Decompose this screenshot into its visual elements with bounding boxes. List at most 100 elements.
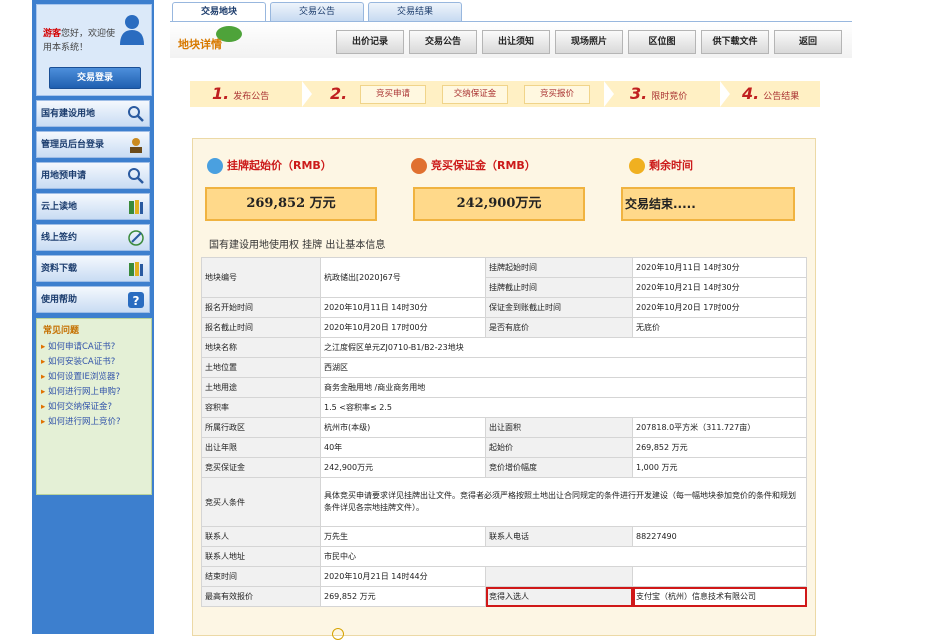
field-value: 杭州市(本级) — [320, 417, 486, 438]
clock-icon — [207, 158, 223, 174]
deposit-value: 242,900万元 — [413, 187, 585, 221]
start-price-value: 269,852 万元 — [205, 187, 377, 221]
field-label: 最高有效报价 — [201, 586, 321, 607]
sidebar-item-downloads[interactable]: 资料下载 — [36, 255, 150, 282]
sidebar-item-cloud-read[interactable]: 云上读地 — [36, 193, 150, 220]
sidebar-item-label: 云上读地 — [41, 202, 78, 212]
guest-name: 游客 — [43, 29, 62, 39]
field-value: 2020年10月21日 14时44分 — [320, 566, 486, 587]
field-label: 联系人 — [201, 526, 321, 547]
field-value: 2020年10月20日 17时00分 — [320, 317, 486, 338]
remain-time-label: 剩余时间 — [629, 157, 693, 174]
field-label: 容积率 — [201, 397, 321, 418]
location-map-button[interactable]: 区位图 — [628, 30, 696, 54]
sidebar-item-label: 使用帮助 — [41, 295, 78, 305]
field-value: 40年 — [320, 437, 486, 458]
step-label: 公告结果 — [763, 92, 800, 102]
main-content: 交易地块 交易公告 交易结果 地块详情 出价记录 交易公告 出让须知 现场照片 区位图 供下载… — [160, 0, 852, 640]
tab-trade-notice[interactable]: 交易公告 — [270, 2, 364, 21]
timer-icon — [629, 158, 645, 174]
field-label: 土地用途 — [201, 377, 321, 398]
field-label: 所属行政区 — [201, 417, 321, 438]
field-label: 结束时间 — [201, 566, 321, 587]
field-value: 市民中心 — [320, 546, 807, 567]
field-label: 地块编号 — [201, 257, 321, 298]
table-row: 报名开始时间 2020年10月11日 14时30分 保证金到账截止时间 2020… — [201, 297, 807, 318]
field-value: 2020年10月21日 14时30分 — [632, 277, 807, 298]
book-icon — [129, 200, 143, 214]
field-value: 242,900万元 — [320, 457, 486, 478]
downloads-button[interactable]: 供下载文件 — [701, 30, 769, 54]
field-label: 报名截止时间 — [201, 317, 321, 338]
detail-nav: 出价记录 交易公告 出让须知 现场照片 区位图 供下载文件 返回 — [336, 30, 847, 54]
site-photos-button[interactable]: 现场照片 — [555, 30, 623, 54]
table-row: 容积率 1.5 <容积率≤ 2.5 — [201, 397, 807, 418]
field-label: 出让年限 — [201, 437, 321, 458]
table-row: 结束时间 2020年10月21日 14时44分 — [201, 566, 807, 587]
field-label: 竞买人条件 — [201, 477, 321, 527]
sidebar-menu: 国有建设用地 管理员后台登录 用地预申请 云上读地 线上签约 资料下载 使用帮助… — [36, 100, 150, 317]
field-value: 1,000 万元 — [632, 457, 807, 478]
field-value: 无底价 — [632, 317, 807, 338]
field-label: 地块名称 — [201, 337, 321, 358]
search-icon — [128, 106, 144, 122]
step-separator — [720, 81, 730, 107]
remain-time-value: 交易结束..... — [621, 187, 795, 221]
table-row: 报名截止时间 2020年10月20日 17时00分 是否有底价 无底价 — [201, 317, 807, 338]
field-value: 1.5 <容积率≤ 2.5 — [320, 397, 807, 418]
step-sub-bid: 竞买报价 — [524, 85, 590, 104]
sidebar-item-label: 用地预申请 — [41, 171, 87, 181]
table-row: 土地用途 商务金融用地 /商业商务用地 — [201, 377, 807, 398]
faq-list: 如何申请CA证书? 如何安装CA证书? 如何设置IE浏览器? 如何进行网上申购?… — [37, 340, 151, 430]
faq-link[interactable]: 如何进行网上竞价? — [41, 415, 147, 430]
back-button[interactable]: 返回 — [774, 30, 842, 54]
table-row: 地块编号 杭政储出[2020]67号 挂牌起始时间 2020年10月11日 14… — [201, 257, 807, 298]
field-label: 是否有底价 — [485, 317, 633, 338]
faq-link[interactable]: 如何交纳保证金? — [41, 400, 147, 415]
faq-link[interactable]: 如何安装CA证书? — [41, 355, 147, 370]
faq-title: 常见问题 — [43, 326, 80, 336]
faq-link[interactable]: 如何进行网上申购? — [41, 385, 147, 400]
field-label: 联系人地址 — [201, 546, 321, 567]
faq-link[interactable]: 如何申请CA证书? — [41, 340, 147, 355]
field-label: 报名开始时间 — [201, 297, 321, 318]
tab-trade-result[interactable]: 交易结果 — [368, 2, 462, 21]
faq-panel: 常见问题 如何申请CA证书? 如何安装CA证书? 如何设置IE浏览器? 如何进行… — [36, 318, 152, 495]
transfer-notice-button[interactable]: 出让须知 — [482, 30, 550, 54]
field-label: 起始价 — [485, 437, 633, 458]
sidebar-item-online-sign[interactable]: 线上签约 — [36, 224, 150, 251]
sidebar-item-state-land[interactable]: 国有建设用地 — [36, 100, 150, 127]
step-sub-apply: 竞买申请 — [360, 85, 426, 104]
step-sub-deposit: 交纳保证金 — [442, 85, 508, 104]
sidebar-item-pre-apply[interactable]: 用地预申请 — [36, 162, 150, 189]
field-value: 2020年10月11日 14时30分 — [320, 297, 486, 318]
step-label: 限时竞价 — [651, 92, 688, 102]
page-header: 地块详情 出价记录 交易公告 出让须知 现场照片 区位图 供下载文件 返回 — [170, 21, 852, 58]
sidebar-item-admin-login[interactable]: 管理员后台登录 — [36, 131, 150, 158]
step-separator — [302, 81, 312, 107]
field-label: 竞价增价幅度 — [485, 457, 633, 478]
top-tabs: 交易地块 交易公告 交易结果 — [172, 2, 466, 22]
help-icon: ? — [128, 292, 144, 308]
table-row: 出让年限 40年 起始价 269,852 万元 — [201, 437, 807, 458]
sidebar-item-label: 国有建设用地 — [41, 109, 96, 119]
field-value: 88227490 — [632, 526, 807, 547]
land-info-table: 地块编号 杭政储出[2020]67号 挂牌起始时间 2020年10月11日 14… — [201, 257, 807, 607]
faq-link[interactable]: 如何设置IE浏览器? — [41, 370, 147, 385]
land-detail-panel: 挂牌起始价（RMB） 竞买保证金（RMB） 剩余时间 269,852 万元 24… — [192, 138, 816, 636]
table-row: 竞买人条件 具体竞买申请要求详见挂牌出让文件。竞得者必须严格按照土地出让合同规定… — [201, 477, 807, 527]
sidebar-item-help[interactable]: 使用帮助? — [36, 286, 150, 313]
trade-login-button[interactable]: 交易登录 — [49, 67, 141, 89]
field-value: 具体竞买申请要求详见挂牌出让文件。竞得者必须严格按照土地出让合同规定的条件进行开… — [320, 477, 807, 527]
search-icon — [128, 168, 144, 184]
step-label: 发布公告 — [233, 92, 270, 102]
field-label: 联系人电话 — [485, 526, 633, 547]
table-row: 联系人 万先生 联系人电话 88227490 — [201, 526, 807, 547]
tab-trade-land[interactable]: 交易地块 — [172, 2, 266, 21]
field-value: 之江度假区单元ZJ0710-B1/B2-23地块 — [320, 337, 807, 358]
bid-record-button[interactable]: 出价记录 — [336, 30, 404, 54]
trade-notice-button[interactable]: 交易公告 — [409, 30, 477, 54]
table-row: 联系人地址 市民中心 — [201, 546, 807, 567]
step-4: 4. 公告结果 — [742, 84, 800, 103]
field-value: 万先生 — [320, 526, 486, 547]
